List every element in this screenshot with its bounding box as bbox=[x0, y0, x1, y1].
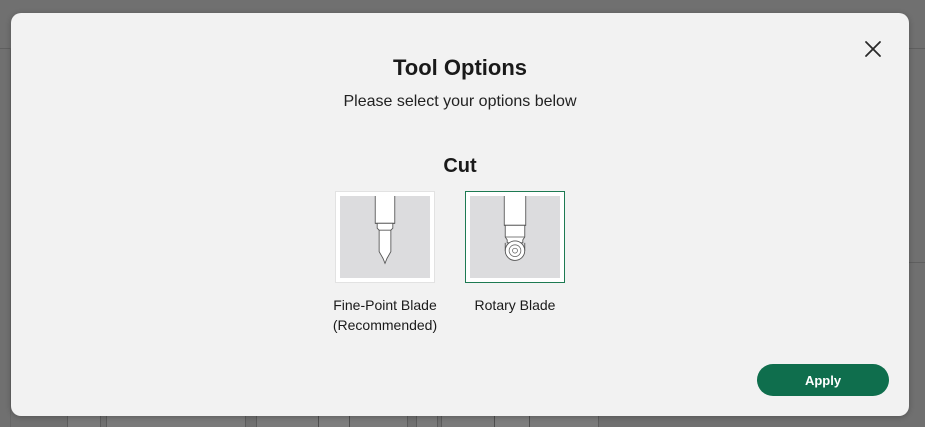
option-label-line: Rotary Blade bbox=[474, 297, 556, 313]
dialog-subtitle: Please select your options below bbox=[343, 93, 577, 110]
tool-option-rotary-blade[interactable]: Rotary Blade bbox=[450, 191, 580, 315]
option-label-line: (Recommended) bbox=[332, 317, 438, 333]
option-thumbnail-selected[interactable] bbox=[465, 191, 565, 283]
background-divider bbox=[908, 262, 925, 263]
dialog-title: Tool Options bbox=[392, 55, 527, 80]
option-label: Fine-Point Blade (Recommended) bbox=[320, 295, 450, 335]
tool-options-dialog: Tool Options Please select your options … bbox=[11, 13, 909, 416]
fine-point-blade-icon bbox=[340, 196, 430, 278]
option-label: Rotary Blade bbox=[450, 295, 580, 315]
apply-button[interactable]: Apply bbox=[757, 364, 889, 396]
option-label-line: Fine-Point Blade bbox=[333, 297, 437, 313]
tool-option-fine-point-blade[interactable]: Fine-Point Blade (Recommended) bbox=[320, 191, 450, 335]
rotary-blade-icon bbox=[470, 196, 560, 278]
section-title-cut: Cut bbox=[443, 155, 477, 177]
option-thumbnail[interactable] bbox=[335, 191, 435, 283]
